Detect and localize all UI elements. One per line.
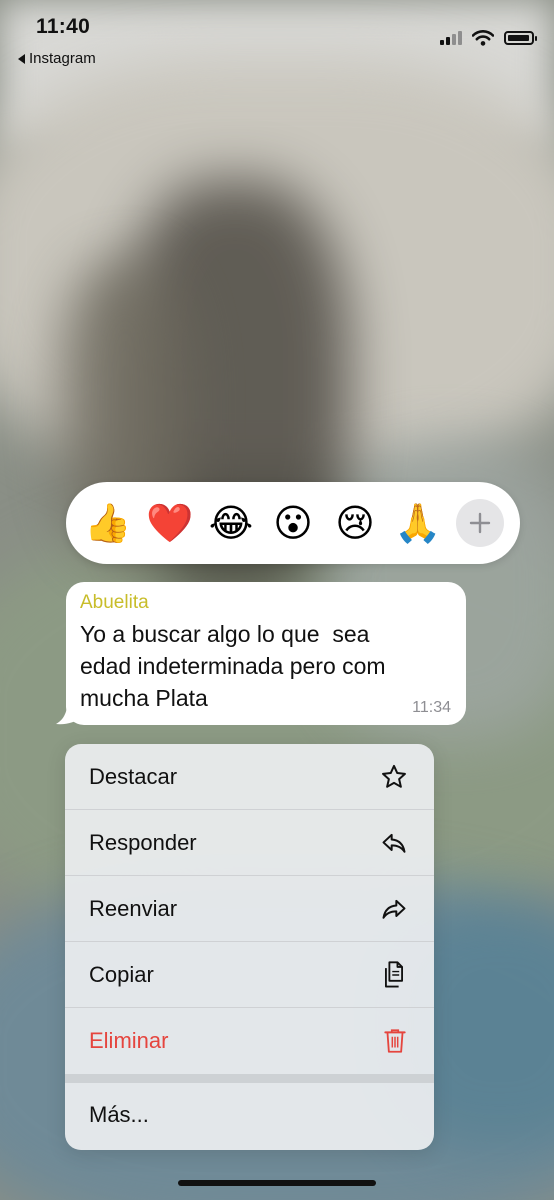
menu-item-destacar[interactable]: Destacar [65, 744, 434, 810]
star-icon [382, 764, 406, 788]
reaction-surprised[interactable]: 😮 [270, 504, 316, 542]
message-text: Yo a buscar algo lo que sea edad indeter… [80, 621, 386, 711]
add-reaction-button[interactable] [456, 499, 504, 547]
back-to-app-link[interactable]: Instagram [18, 50, 96, 67]
status-time: 11:40 [36, 15, 91, 38]
reaction-heart[interactable]: ❤️ [146, 504, 193, 542]
menu-item-copiar[interactable]: Copiar [65, 942, 434, 1008]
reaction-bar: 👍 ❤️ 😂 😮 😢 🙏 [66, 482, 520, 564]
menu-item-label: Eliminar [89, 1028, 169, 1053]
menu-item-label: Más... [89, 1102, 149, 1127]
message-context-menu: Destacar Responder Reenviar Copiar Elimi… [65, 744, 434, 1150]
menu-separator [65, 1074, 434, 1083]
menu-item-responder[interactable]: Responder [65, 810, 434, 876]
status-icons [440, 30, 537, 46]
wifi-icon [472, 30, 494, 46]
message-sender: Abuelita [80, 592, 149, 613]
menu-item-label: Responder [89, 829, 197, 855]
menu-item-label: Destacar [89, 763, 178, 789]
home-indicator[interactable] [178, 1180, 376, 1186]
menu-item-reenviar[interactable]: Reenviar [65, 876, 434, 942]
menu-item-label: Reenviar [89, 895, 178, 921]
plus-icon [469, 512, 491, 534]
reply-icon [382, 833, 406, 853]
reaction-pray[interactable]: 🙏 [394, 504, 441, 542]
back-arrow-icon [18, 53, 25, 64]
back-app-label: Instagram [29, 50, 96, 67]
signal-icon [440, 31, 462, 45]
battery-icon [504, 31, 537, 45]
menu-item-eliminar[interactable]: Eliminar [65, 1008, 434, 1074]
copy-icon [385, 960, 403, 987]
menu-item-mas[interactable]: Más... [65, 1083, 434, 1147]
forward-icon [382, 899, 406, 919]
message-bubble[interactable]: Abuelita Yo a buscar algo lo que sea eda… [66, 582, 466, 725]
trash-icon [384, 1029, 406, 1053]
reaction-crying[interactable]: 😢 [332, 504, 378, 542]
reaction-thumbs-up[interactable]: 👍 [84, 504, 131, 542]
reaction-laughing[interactable]: 😂 [208, 504, 254, 542]
message-time: 11:34 [412, 699, 451, 716]
menu-item-label: Copiar [89, 961, 154, 987]
